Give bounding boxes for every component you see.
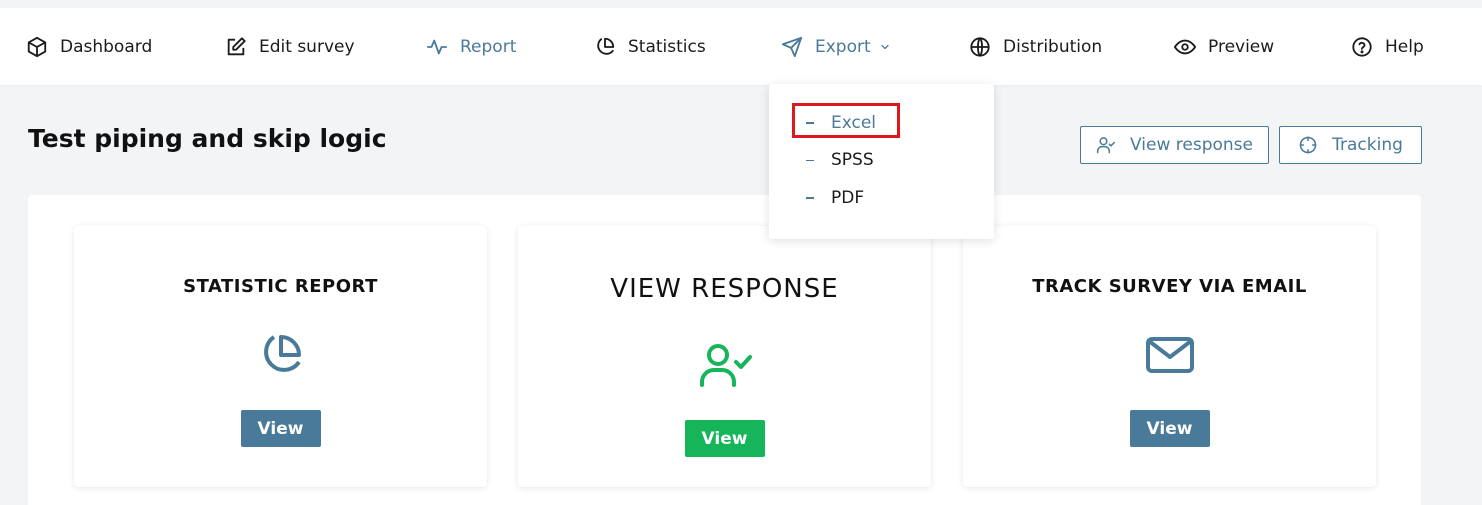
page-title: Test piping and skip logic: [28, 124, 387, 153]
cube-icon: [27, 36, 47, 57]
help-circle-icon: [1352, 36, 1372, 57]
nav-dashboard[interactable]: Dashboard: [26, 8, 152, 85]
eye-icon: [1174, 39, 1196, 54]
nav-export-label: Export: [815, 36, 871, 57]
tracking-label: Tracking: [1332, 135, 1403, 155]
globe-icon: [970, 36, 990, 57]
view-response-label: View response: [1130, 135, 1253, 155]
card-title: TRACK SURVEY VIA EMAIL: [1032, 276, 1307, 297]
nav-report-label: Report: [460, 36, 517, 57]
nav-statistics-label: Statistics: [628, 36, 706, 57]
top-navbar: Dashboard Edit survey Report Statistics …: [0, 8, 1482, 85]
card-view-response: VIEW RESPONSE View: [518, 226, 931, 487]
crosshair-icon: [1299, 136, 1317, 154]
nav-preview-label: Preview: [1208, 36, 1275, 57]
nav-preview[interactable]: Preview: [1174, 8, 1274, 85]
nav-distribution[interactable]: Distribution: [969, 8, 1102, 85]
excel-highlight-box: [792, 103, 900, 138]
export-spss-label: SPSS: [831, 150, 874, 170]
view-response-button[interactable]: View response: [1080, 126, 1269, 164]
nav-statistics[interactable]: Statistics: [594, 8, 706, 85]
edit-icon: [227, 36, 246, 55]
bullet-dash-icon: [806, 159, 814, 161]
send-icon: [781, 36, 803, 57]
user-check-icon: [699, 344, 752, 387]
export-spss-item[interactable]: SPSS: [769, 145, 994, 175]
tracking-button[interactable]: Tracking: [1279, 126, 1422, 164]
export-pdf-label: PDF: [831, 188, 865, 208]
card-title: VIEW RESPONSE: [610, 274, 839, 304]
card-view-button[interactable]: View: [684, 420, 765, 457]
bullet-dash-icon: [806, 197, 814, 199]
nav-help[interactable]: Help: [1351, 8, 1424, 85]
export-pdf-item[interactable]: PDF: [769, 183, 994, 213]
card-view-button[interactable]: View: [1129, 410, 1210, 447]
pie-chart-icon: [597, 37, 615, 55]
mail-icon: [1145, 337, 1194, 373]
nav-edit-survey-label: Edit survey: [259, 36, 355, 57]
nav-report[interactable]: Report: [426, 8, 516, 85]
pie-chart-icon: [263, 335, 301, 372]
nav-export[interactable]: Export: [781, 8, 891, 85]
card-track-survey-email: TRACK SURVEY VIA EMAIL View: [963, 226, 1376, 487]
chevron-down-icon: [881, 44, 889, 49]
card-view-button[interactable]: View: [240, 410, 321, 447]
nav-help-label: Help: [1385, 36, 1424, 57]
nav-dashboard-label: Dashboard: [60, 36, 153, 57]
activity-icon: [426, 39, 448, 54]
card-title: STATISTIC REPORT: [183, 276, 378, 297]
top-strip: [0, 0, 1482, 8]
card-statistic-report: STATISTIC REPORT View: [74, 226, 487, 487]
nav-distribution-label: Distribution: [1003, 36, 1103, 57]
nav-edit-survey[interactable]: Edit survey: [225, 8, 355, 85]
user-check-icon: [1096, 137, 1116, 154]
